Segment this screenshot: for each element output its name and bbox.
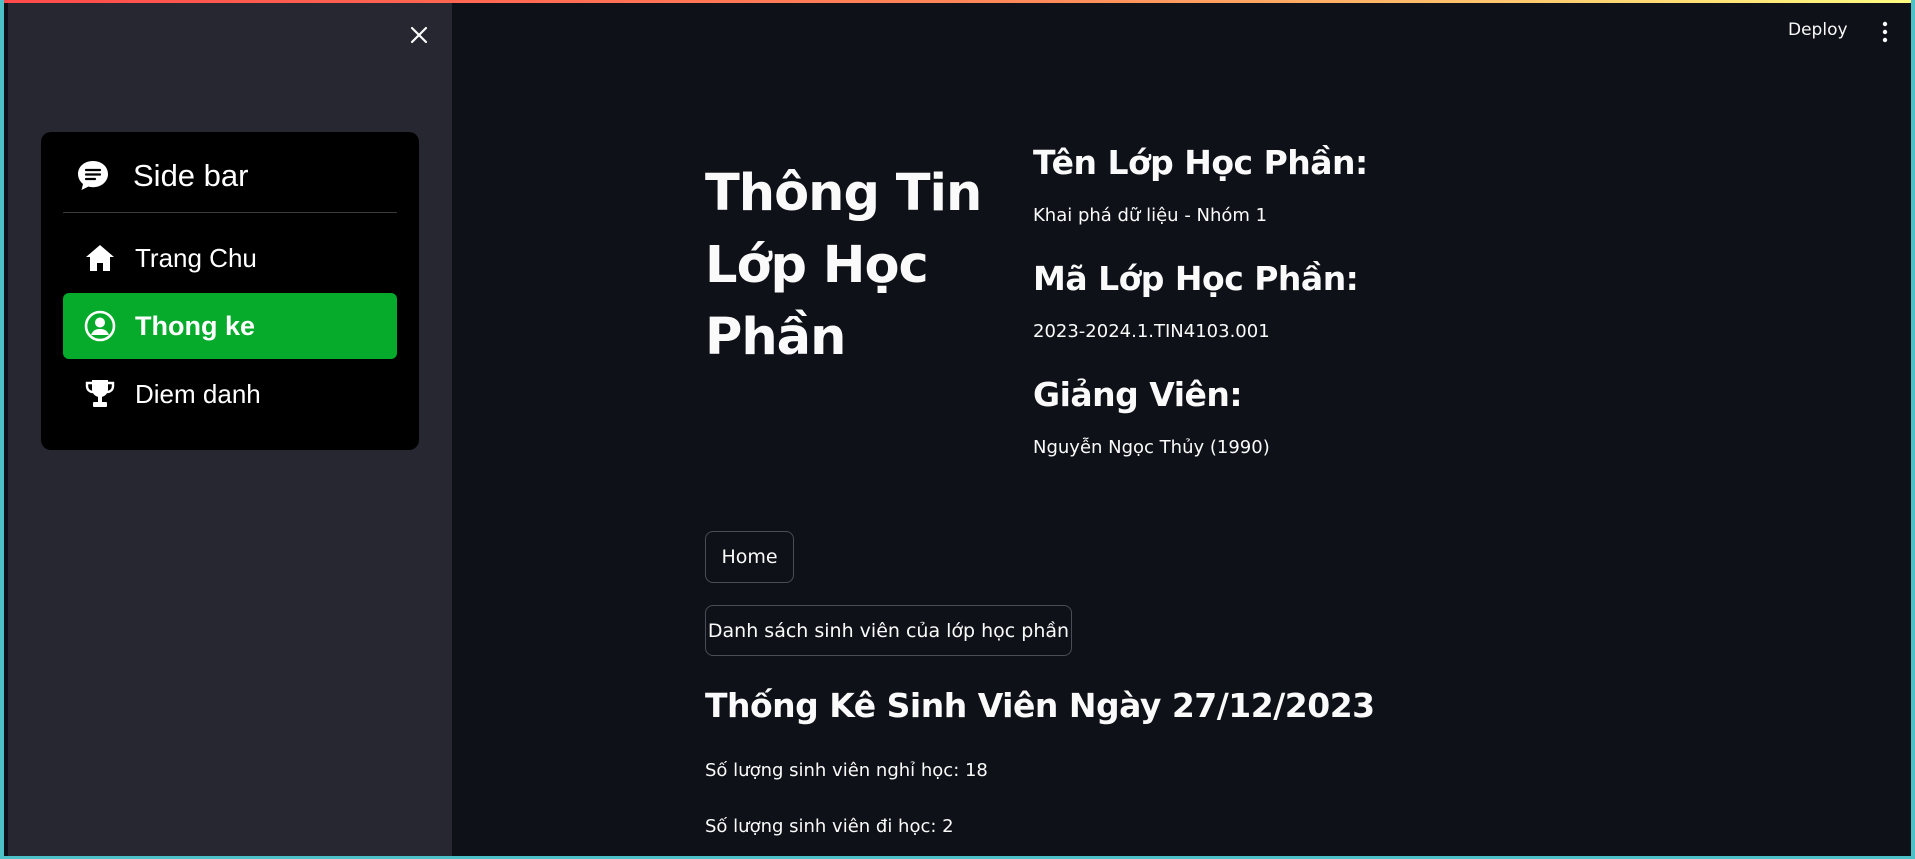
absent-count-text: Số lượng sinh viên nghỉ học: 18 bbox=[705, 760, 988, 781]
menu-header: Side bar bbox=[63, 154, 397, 198]
deploy-button[interactable]: Deploy bbox=[1788, 20, 1848, 40]
menu-item-thong-ke[interactable]: Thong ke bbox=[63, 293, 397, 359]
sidebar: Side bar Trang Chu Thong ke Diem danh bbox=[8, 0, 452, 856]
option-menu: Side bar Trang Chu Thong ke Diem danh bbox=[41, 132, 419, 450]
lecturer-heading: Giảng Viên: bbox=[1033, 375, 1243, 414]
page-title: Thông Tin Lớp Học Phần bbox=[705, 164, 982, 367]
home-button[interactable]: Home bbox=[705, 531, 794, 583]
top-decoration-bar bbox=[4, 0, 1911, 3]
lecturer-value: Nguyễn Ngọc Thủy (1990) bbox=[1033, 437, 1270, 458]
menu-item-trang-chu[interactable]: Trang Chu bbox=[63, 225, 397, 291]
main-menu-button[interactable] bbox=[1877, 20, 1893, 44]
menu-item-label: Trang Chu bbox=[135, 242, 257, 273]
class-info: Tên Lớp Học Phần: Khai phá dữ liệu - Nhó… bbox=[1033, 140, 1733, 460]
close-sidebar-button[interactable] bbox=[406, 22, 432, 48]
menu-divider bbox=[63, 212, 397, 213]
class-name-value: Khai phá dữ liệu - Nhóm 1 bbox=[1033, 205, 1268, 226]
app-frame: Side bar Trang Chu Thong ke Diem danh De… bbox=[0, 0, 1915, 859]
main-content: Deploy Thông Tin Lớp Học Phần Tên Lớp Họ… bbox=[452, 0, 1911, 856]
class-code-heading: Mã Lớp Học Phần: bbox=[1033, 259, 1359, 298]
student-list-button[interactable]: Danh sách sinh viên của lớp học phần bbox=[705, 605, 1072, 656]
user-circle-icon bbox=[84, 310, 116, 342]
class-code-value: 2023-2024.1.TIN4103.001 bbox=[1033, 321, 1270, 342]
chat-bubble-icon bbox=[78, 161, 108, 190]
trophy-icon bbox=[85, 380, 115, 407]
class-name-heading: Tên Lớp Học Phần: bbox=[1033, 143, 1368, 182]
menu-title: Side bar bbox=[133, 158, 249, 193]
present-count-text: Số lượng sinh viên đi học: 2 bbox=[705, 816, 954, 837]
kebab-menu-icon bbox=[1882, 21, 1888, 43]
menu-item-label: Thong ke bbox=[135, 310, 255, 341]
house-icon bbox=[86, 245, 114, 271]
menu-item-diem-danh[interactable]: Diem danh bbox=[63, 361, 397, 427]
close-icon bbox=[410, 26, 428, 44]
menu-item-label: Diem danh bbox=[135, 378, 261, 409]
stats-heading: Thống Kê Sinh Viên Ngày 27/12/2023 bbox=[705, 686, 1375, 725]
